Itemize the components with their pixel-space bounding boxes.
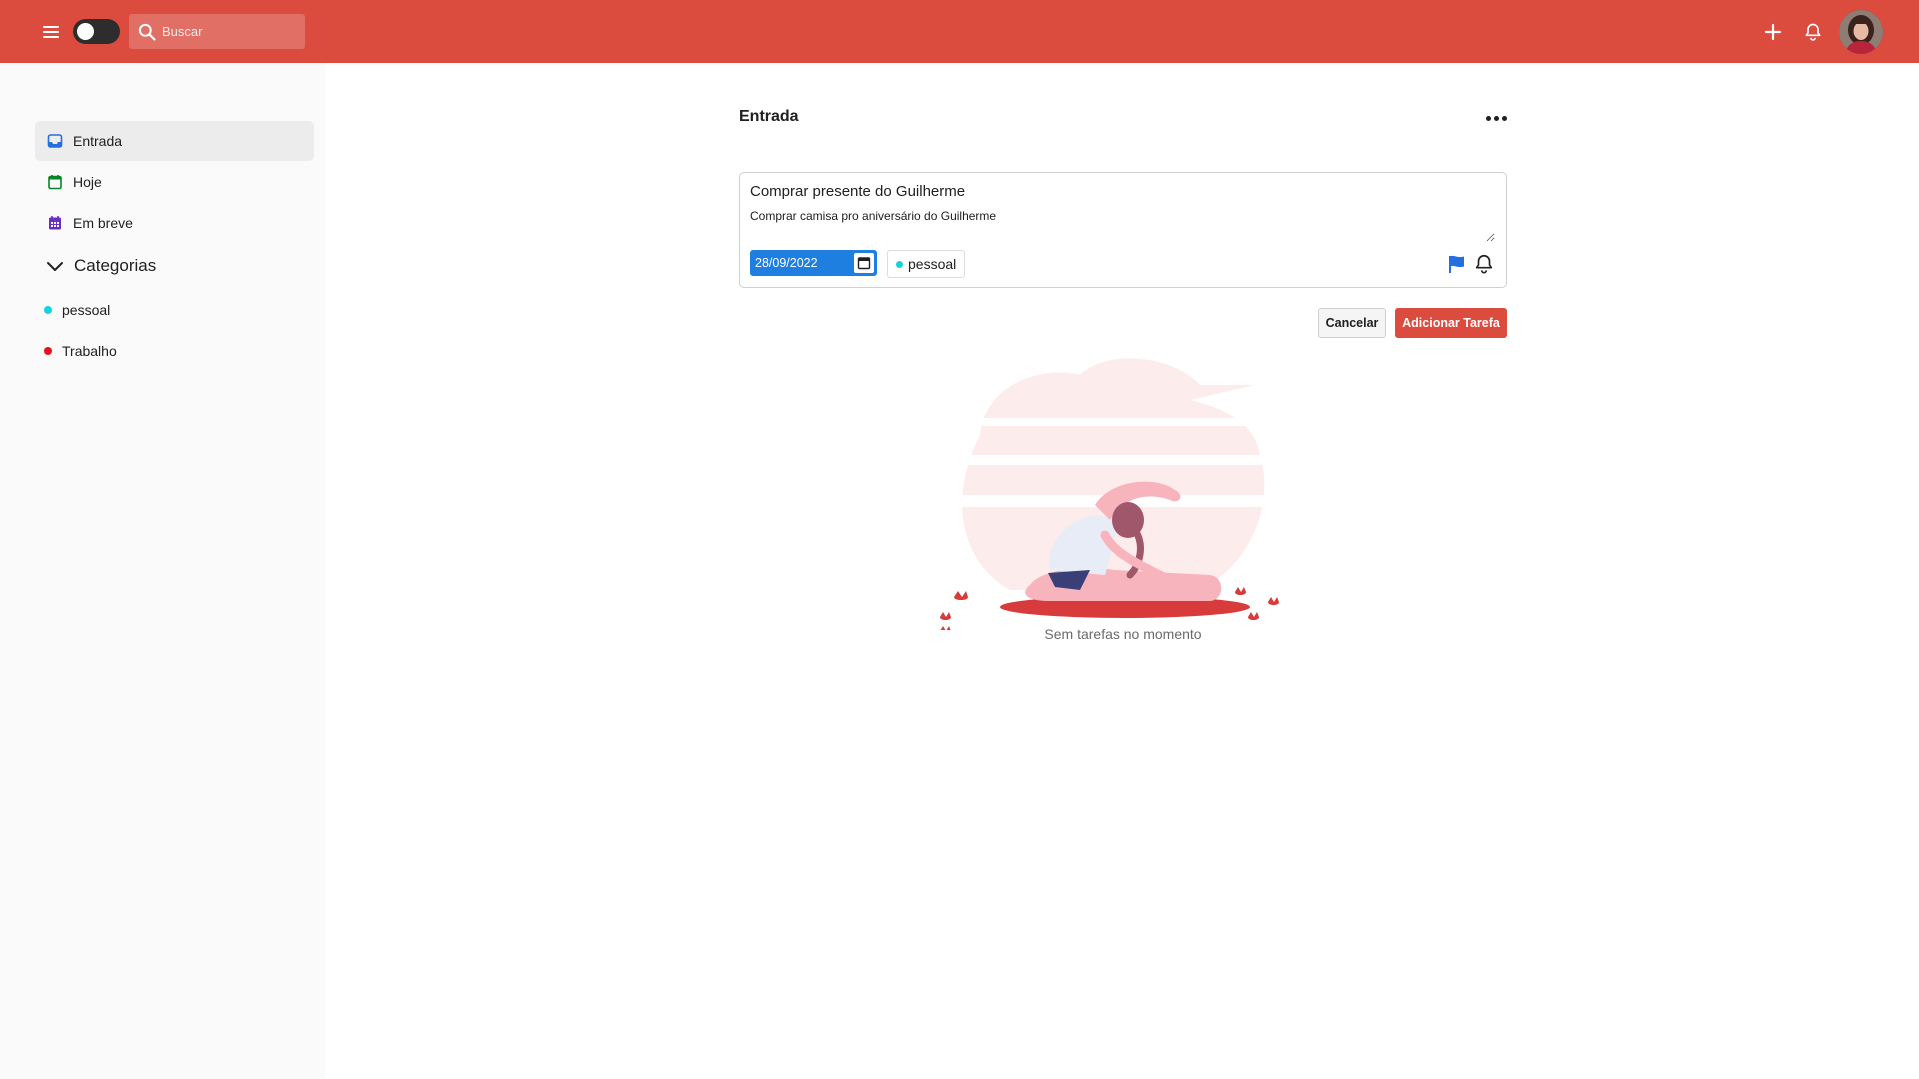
bell-icon: [1805, 23, 1821, 41]
due-date-input[interactable]: 28/09/2022: [750, 250, 877, 276]
toggle-knob: [77, 23, 94, 40]
calendar-upcoming-icon: [47, 215, 63, 231]
top-bar: [0, 0, 1919, 63]
reminder-button[interactable]: [1473, 253, 1495, 275]
theme-toggle[interactable]: [73, 19, 120, 44]
search-icon: [138, 23, 156, 41]
add-task-submit-button[interactable]: Adicionar Tarefa: [1395, 308, 1507, 338]
calendar-icon[interactable]: [854, 253, 874, 273]
bell-icon: [1475, 254, 1493, 274]
sidebar-item-em-breve[interactable]: Em breve: [35, 203, 314, 243]
chevron-down-icon: [47, 262, 63, 271]
sidebar: Entrada Hoje Em breve Categorias pessoal…: [0, 63, 325, 1079]
priority-button[interactable]: [1446, 253, 1468, 275]
search-input[interactable]: [162, 14, 300, 49]
add-task-button[interactable]: [1753, 12, 1793, 52]
sidebar-item-label: Entrada: [73, 133, 123, 149]
page-title: Entrada: [739, 108, 799, 125]
category-selector[interactable]: pessoal: [887, 250, 966, 278]
categories-label: Categorias: [74, 256, 157, 275]
categories-toggle[interactable]: Categorias: [44, 251, 156, 281]
category-chip-label: pessoal: [908, 256, 957, 272]
yoga-illustration: [930, 358, 1310, 630]
category-color-dot: [896, 260, 903, 268]
task-title-input[interactable]: [750, 183, 1490, 200]
category-color-dot: [44, 306, 52, 314]
category-item-trabalho[interactable]: Trabalho: [44, 336, 117, 366]
avatar[interactable]: [1839, 9, 1883, 54]
sidebar-item-label: Em breve: [73, 215, 133, 231]
notifications-button[interactable]: [1793, 12, 1833, 52]
sidebar-item-label: Hoje: [73, 174, 102, 190]
category-label: pessoal: [62, 302, 111, 318]
calendar-today-icon: [47, 174, 63, 190]
category-item-pessoal[interactable]: pessoal: [44, 295, 110, 325]
task-editor: Comprar camisa pro aniversário do Guilhe…: [739, 172, 1507, 288]
more-options-button[interactable]: [1480, 106, 1512, 130]
sidebar-item-entrada[interactable]: Entrada: [35, 121, 314, 161]
sidebar-item-hoje[interactable]: Hoje: [35, 162, 314, 202]
empty-state-text: Sem tarefas no momento: [1044, 626, 1202, 642]
cancel-button[interactable]: Cancelar: [1318, 308, 1386, 338]
due-date-value: 28/09/2022: [755, 256, 818, 270]
category-color-dot: [44, 347, 52, 355]
task-description-input[interactable]: Comprar camisa pro aniversário do Guilhe…: [750, 209, 1495, 242]
search-box[interactable]: [129, 14, 305, 49]
inbox-icon: [47, 133, 63, 149]
user-photo-icon: [1839, 9, 1883, 54]
menu-icon[interactable]: [40, 20, 64, 44]
plus-icon: [1764, 23, 1782, 40]
category-label: Trabalho: [62, 343, 117, 359]
header-actions: [1753, 0, 1883, 63]
flag-icon: [1449, 255, 1464, 273]
